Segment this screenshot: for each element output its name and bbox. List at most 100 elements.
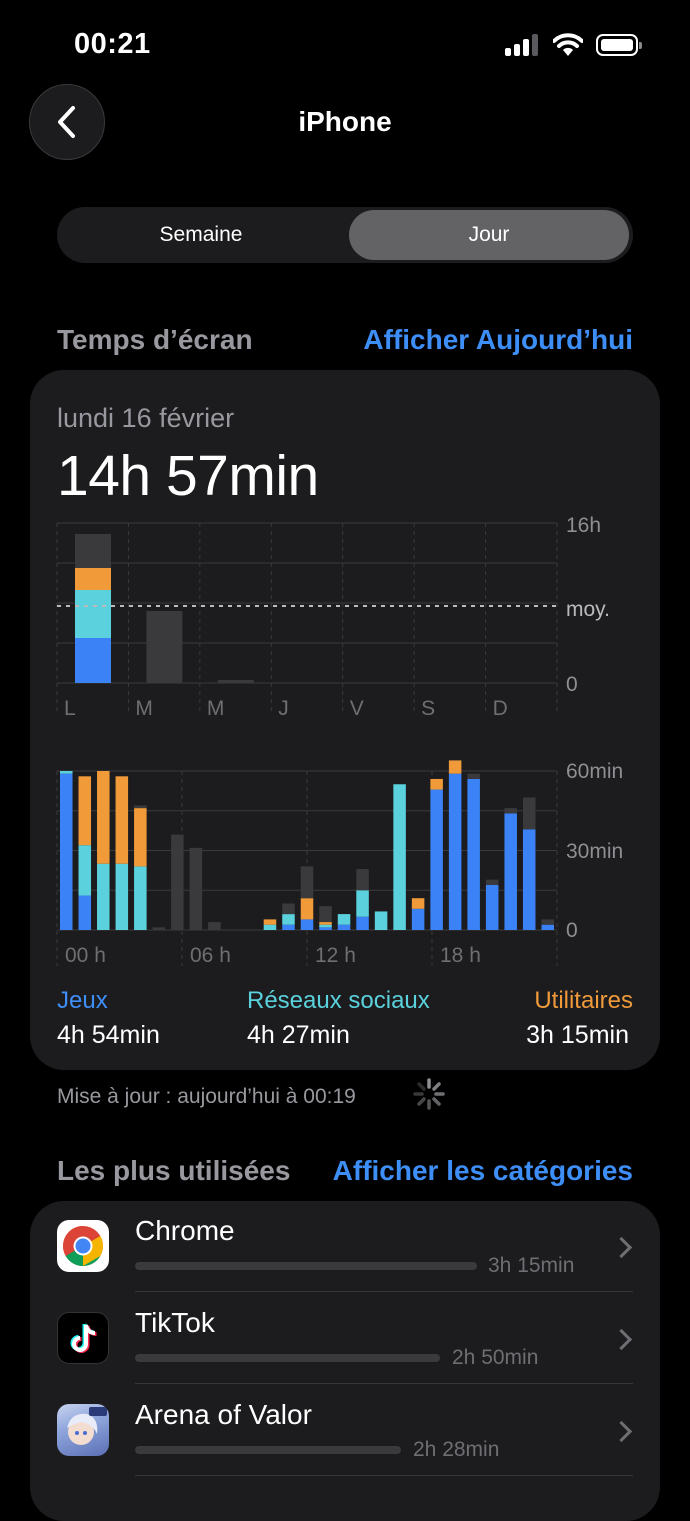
hour-xlabel: 18 h [440, 944, 481, 967]
hour-bar-segment [486, 885, 499, 930]
tiktok-icon [57, 1312, 109, 1364]
total-screen-time: 14h 57min [57, 443, 319, 509]
week-xlabel: V [350, 697, 364, 720]
hour-xlabel: 00 h [65, 944, 106, 967]
week-xlabel: M [207, 697, 225, 720]
chrome-icon [57, 1220, 109, 1272]
hour-bar-segment [264, 925, 277, 930]
selected-date: lundi 16 février [57, 403, 234, 434]
hour-bar-segment [79, 896, 92, 930]
app-name-chrome: Chrome [135, 1215, 235, 1247]
hour-bar-segment [282, 904, 295, 915]
app-row-chrome[interactable] [30, 1205, 660, 1291]
hour-bar-segment [301, 919, 314, 930]
hour-bar-segment [486, 880, 499, 885]
hour-bar-segment [60, 774, 73, 930]
segment-jour[interactable]: Jour [349, 210, 629, 260]
row-divider [135, 1475, 633, 1476]
usage-bar-chrome [135, 1262, 477, 1270]
hour-ylabel-zero: 0 [566, 919, 578, 942]
week-bar-segment [75, 568, 111, 590]
legend-utilities-label: Utilitaires [534, 987, 633, 1015]
hour-bar-segment [375, 911, 388, 930]
week-xlabel: S [421, 697, 435, 720]
hour-bar-segment [467, 779, 480, 930]
hour-bar-segment [430, 779, 443, 790]
app-name-tiktok: TikTok [135, 1307, 215, 1339]
hour-ylabel-mid: 30min [566, 840, 623, 863]
app-row-tiktok[interactable] [30, 1296, 660, 1382]
hour-bar-segment [301, 866, 314, 898]
app-name-arena-of-valor: Arena of Valor [135, 1399, 312, 1431]
legend-jeux-label: Jeux [57, 987, 108, 1015]
hour-bar-segment [97, 864, 110, 930]
hour-bar-segment [449, 760, 462, 773]
hourly-usage-chart[interactable]: 60min 30min 0 00 h06 h12 h18 h [0, 760, 690, 970]
hour-bar-segment [338, 925, 351, 930]
legend-social-value: 4h 27min [247, 1021, 350, 1050]
wifi-icon [553, 33, 583, 57]
page-title: iPhone [0, 106, 690, 138]
hour-bar-segment [301, 898, 314, 919]
hour-bar-segment [79, 845, 92, 895]
hour-bar-segment [504, 813, 517, 930]
week-xlabel: L [64, 697, 76, 720]
hour-bar-segment [523, 798, 536, 830]
show-today-link[interactable]: Afficher Aujourd’hui [363, 324, 633, 356]
week-ylabel-zero: 0 [566, 673, 578, 696]
week-xlabel: D [493, 697, 508, 720]
period-segmented-control[interactable]: Semaine Jour [57, 207, 633, 263]
hour-bar-segment [171, 835, 184, 930]
hour-bar-segment [356, 917, 369, 930]
hour-bar-segment [319, 925, 332, 928]
legend-social-label: Réseaux sociaux [247, 987, 430, 1015]
arena-of-valor-icon [57, 1404, 109, 1456]
hour-bar-segment [504, 808, 517, 813]
hour-bar-segment [412, 909, 425, 930]
hour-bar-segment [356, 890, 369, 917]
usage-bar-tiktok [135, 1354, 440, 1362]
app-row-arena-of-valor[interactable] [30, 1388, 660, 1474]
hour-bar-segment [60, 771, 73, 774]
row-divider [135, 1383, 633, 1384]
hour-bar-segment [356, 869, 369, 890]
hour-bar-segment [153, 927, 166, 930]
weekly-usage-chart[interactable]: 16h moy. 0 LMMJVSD [0, 510, 690, 725]
hour-bar-segment [116, 776, 129, 863]
hour-bar-segment [541, 919, 554, 924]
hour-xlabel: 12 h [315, 944, 356, 967]
legend-utilities-value: 3h 15min [526, 1021, 629, 1050]
hour-bar-segment [541, 925, 554, 930]
hour-bar-segment [338, 914, 351, 925]
hour-bar-segment [282, 914, 295, 925]
hour-bar-segment [412, 898, 425, 909]
segment-semaine[interactable]: Semaine [57, 207, 345, 263]
most-used-label: Les plus utilisées [57, 1155, 290, 1187]
hour-bar-segment [319, 906, 332, 922]
app-time-chrome: 3h 15min [488, 1254, 574, 1278]
hour-bar-segment [97, 771, 110, 864]
cellular-signal-icon [505, 34, 539, 56]
week-ylabel-top: 16h [566, 514, 601, 537]
hour-bar-segment [319, 922, 332, 925]
week-bar-segment [146, 611, 182, 683]
usage-bar-arena-of-valor [135, 1446, 401, 1454]
week-xlabel: J [278, 697, 289, 720]
hour-bar-segment [393, 784, 406, 930]
hour-bar-segment [79, 776, 92, 845]
hour-bar-segment [208, 922, 221, 930]
battery-icon [596, 34, 638, 56]
legend-jeux-value: 4h 54min [57, 1021, 160, 1050]
hour-bar-segment [449, 774, 462, 930]
screen-time-label: Temps d’écran [57, 324, 253, 356]
week-ylabel-avg: moy. [566, 598, 610, 621]
row-divider [135, 1291, 633, 1292]
show-categories-link[interactable]: Afficher les catégories [333, 1155, 633, 1187]
week-bar-segment [75, 638, 111, 683]
hour-bar-segment [523, 829, 536, 930]
week-bar-segment [218, 680, 254, 683]
hour-bar-segment [116, 864, 129, 930]
hour-bar-segment [430, 790, 443, 930]
status-time: 00:21 [74, 28, 151, 61]
hour-ylabel-top: 60min [566, 760, 623, 783]
